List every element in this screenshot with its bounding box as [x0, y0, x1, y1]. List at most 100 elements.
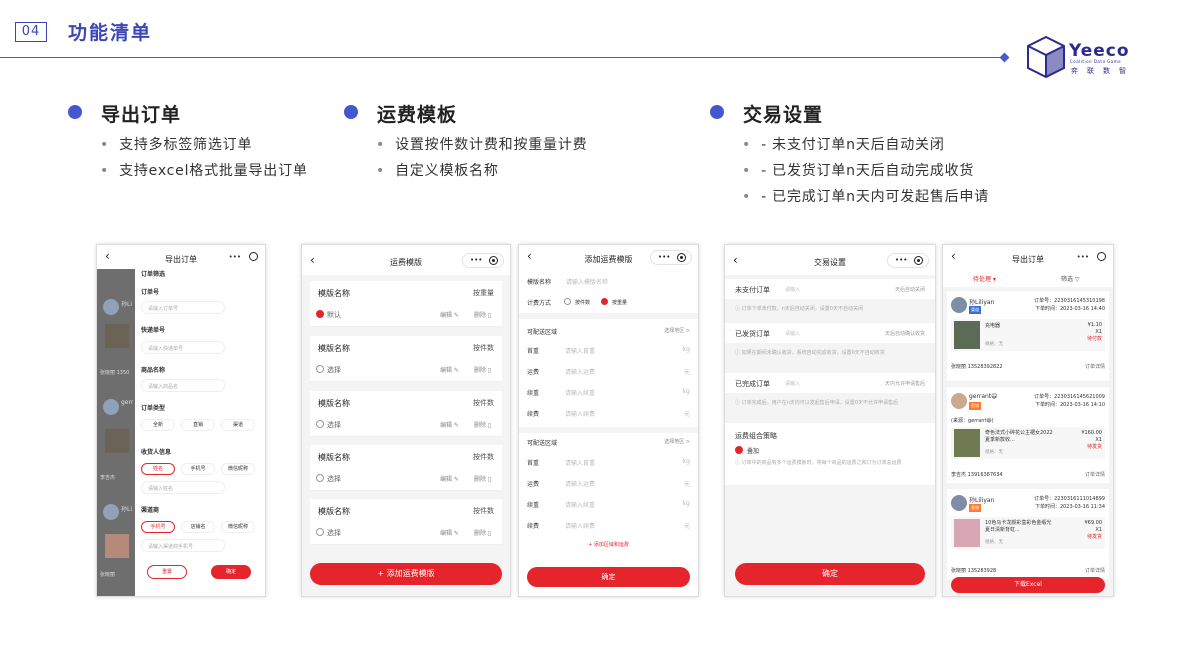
- receiver-input[interactable]: 请输入姓名: [141, 481, 225, 494]
- target-icon[interactable]: [249, 252, 258, 261]
- radio-unchecked[interactable]: [316, 528, 324, 536]
- tab-filter[interactable]: 筛选 ▽: [1061, 274, 1080, 283]
- more-icon[interactable]: •••: [470, 256, 482, 264]
- delete-button[interactable]: 删除 ▯: [474, 310, 491, 319]
- days-input[interactable]: 请输入: [785, 380, 800, 387]
- rate-input[interactable]: 请输入首重: [565, 346, 595, 355]
- method-option: 按重量: [612, 300, 628, 306]
- radio-checked[interactable]: [735, 446, 743, 454]
- template-name: 模版名称: [318, 453, 350, 462]
- radio-checked[interactable]: [316, 310, 324, 318]
- price-block: ¥160.00 X1 待发货: [1081, 430, 1102, 450]
- more-icon[interactable]: •••: [658, 253, 670, 261]
- days-input[interactable]: 请输入: [785, 286, 800, 293]
- radio-unchecked[interactable]: [316, 365, 324, 373]
- tab-bar: 待处理 ▾ 筛选 ▽: [943, 269, 1113, 287]
- order-number-input[interactable]: 请输入订单号: [141, 301, 225, 314]
- radio-unchecked[interactable]: [316, 420, 324, 428]
- logo-wordmark: Yeeco: [1069, 41, 1130, 61]
- days-input[interactable]: 请输入: [785, 330, 800, 337]
- feature-item: - 已发货订单n天后自动完成收货: [742, 158, 989, 184]
- rate-input[interactable]: 请输入续重: [565, 388, 595, 397]
- channel-chip[interactable]: 店铺名: [181, 521, 215, 533]
- feature-item: 支持excel格式批量导出订单: [100, 158, 308, 184]
- confirm-button[interactable]: 确定: [735, 563, 925, 585]
- order-card[interactable]: 孙Liliyan 渠道 订单号：2230316145310198 下单时间：202…: [947, 291, 1109, 381]
- template-card[interactable]: 模版名称 按件数 选择 编辑 ✎ 删除 ▯: [310, 336, 502, 382]
- order-detail-link[interactable]: 订单详情: [1085, 363, 1105, 370]
- order-source: (来源：gerrant😄): [951, 418, 994, 424]
- more-icon[interactable]: •••: [229, 253, 241, 261]
- tab-pending[interactable]: 待处理 ▾: [973, 274, 996, 283]
- receiver-chip-active[interactable]: 姓名: [141, 463, 175, 475]
- template-card[interactable]: 模版名称 按件数 选择 编辑 ✎ 删除 ▯: [310, 445, 502, 491]
- template-card[interactable]: 模版名称 按件数 选择 编辑 ✎ 删除 ▯: [310, 391, 502, 437]
- rate-row: 续重 请输入续重 kg: [527, 388, 690, 397]
- rate-input[interactable]: 请输入首重: [565, 458, 595, 467]
- type-chip[interactable]: 全新: [141, 419, 175, 431]
- target-icon[interactable]: [489, 256, 498, 265]
- delete-button[interactable]: 删除 ▯: [474, 365, 491, 374]
- type-chip[interactable]: 直销: [181, 419, 215, 431]
- target-icon[interactable]: [1097, 252, 1106, 261]
- reset-button[interactable]: 重置: [147, 565, 187, 579]
- edit-button[interactable]: 编辑 ✎: [440, 365, 459, 374]
- add-template-button[interactable]: + 添加运费模版: [310, 563, 502, 585]
- template-type: 按件数: [473, 399, 494, 407]
- product-name-input[interactable]: 请输入商品名: [141, 379, 225, 392]
- template-name: 模版名称: [318, 399, 350, 408]
- receiver-chip[interactable]: 手机号: [181, 463, 215, 475]
- rate-input[interactable]: 请输入运费: [565, 479, 595, 488]
- rate-input[interactable]: 请输入续重: [565, 500, 595, 509]
- order-card[interactable]: gerrant😄 直销 订单号：2230316145621009 下单时间：202…: [947, 387, 1109, 483]
- tracking-number-input[interactable]: 请输入快递单号: [141, 341, 225, 354]
- rate-row: 运费 请输入运费元: [527, 479, 690, 488]
- edit-button[interactable]: 编辑 ✎: [440, 420, 459, 429]
- delete-button[interactable]: 删除 ▯: [474, 474, 491, 483]
- edit-button[interactable]: 编辑 ✎: [440, 528, 459, 537]
- bullet-dot: [68, 105, 82, 119]
- confirm-button[interactable]: 确定: [211, 565, 251, 579]
- channel-chip[interactable]: 微信昵称: [221, 521, 255, 533]
- radio-unchecked[interactable]: [564, 298, 571, 305]
- download-excel-button[interactable]: 下载Excel: [951, 577, 1105, 593]
- rate-row: 续费 请输入续费元: [527, 521, 690, 530]
- rate-input[interactable]: 请输入续费: [565, 521, 595, 530]
- channel-input[interactable]: 请输入渠道商手机号: [141, 539, 225, 552]
- type-chip[interactable]: 渠道: [221, 419, 255, 431]
- delete-button[interactable]: 删除 ▯: [474, 528, 491, 537]
- edit-button[interactable]: 编辑 ✎: [440, 474, 459, 483]
- menu-capsule[interactable]: •••: [650, 250, 692, 265]
- menu-capsule[interactable]: •••: [887, 253, 929, 268]
- radio-label: 选择: [327, 421, 341, 429]
- receiver-chip[interactable]: 微信昵称: [221, 463, 255, 475]
- more-icon[interactable]: •••: [1077, 253, 1089, 261]
- template-card[interactable]: 模版名称 按件数 选择 编辑 ✎ 删除 ▯: [310, 499, 502, 545]
- select-region-link[interactable]: 选择地区 >: [664, 438, 690, 445]
- contact-info: 张晓丽 13528392822: [951, 364, 1003, 370]
- radio-checked[interactable]: [601, 298, 608, 305]
- separator: [519, 313, 698, 319]
- cube-logo-icon: [1027, 35, 1065, 79]
- add-region-link[interactable]: + 添加区域和运费: [519, 541, 698, 548]
- order-detail-link[interactable]: 订单详情: [1085, 471, 1105, 478]
- rate-input[interactable]: 请输入运费: [565, 367, 595, 376]
- template-name: 模版名称: [318, 289, 350, 298]
- radio-unchecked[interactable]: [316, 474, 324, 482]
- delete-button[interactable]: 删除 ▯: [474, 420, 491, 429]
- more-icon[interactable]: •••: [895, 256, 907, 264]
- rate-input[interactable]: 请输入续费: [565, 409, 595, 418]
- order-card[interactable]: 孙Liliyan 直销 订单号：2230316111014899 下单时间：202…: [947, 489, 1109, 579]
- select-region-link[interactable]: 选择地区 >: [664, 327, 690, 334]
- feature-item: - 已完成订单n天内可发起售后申请: [742, 184, 989, 210]
- template-card[interactable]: 模版名称 按重量 默认 编辑 ✎ 删除 ▯: [310, 281, 502, 327]
- order-detail-link[interactable]: 订单详情: [1085, 567, 1105, 574]
- name-input[interactable]: 请输入模版名称: [566, 277, 608, 286]
- menu-capsule[interactable]: •••: [462, 253, 504, 268]
- channel-chip-active[interactable]: 手机号: [141, 521, 175, 533]
- strategy-option: 叠加: [747, 448, 760, 455]
- target-icon[interactable]: [677, 253, 686, 262]
- edit-button[interactable]: 编辑 ✎: [440, 310, 459, 319]
- target-icon[interactable]: [914, 256, 923, 265]
- confirm-button[interactable]: 确定: [527, 567, 690, 587]
